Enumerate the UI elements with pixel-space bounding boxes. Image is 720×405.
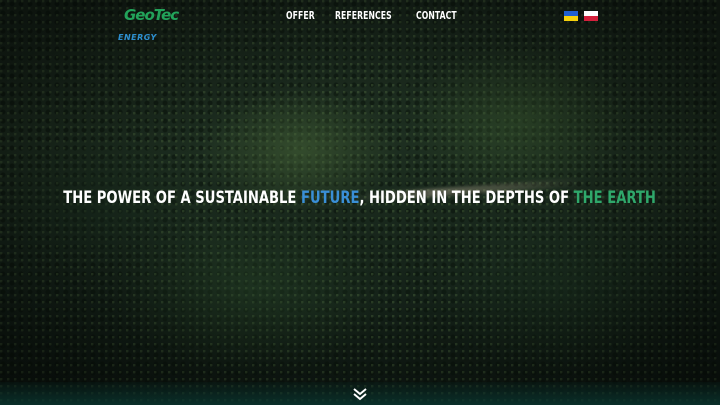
nav-references[interactable]: REFERENCES [335,9,392,22]
headline-part-1: THE POWER OF A SUSTAINABLE [63,188,302,208]
site-logo[interactable]: GeoTec ENERGY [118,6,179,44]
logo-tagline: ENERGY [118,33,157,42]
ukrainian-flag-icon[interactable] [564,11,578,21]
language-switcher [564,11,598,21]
logo-wordmark: GeoTec [124,6,179,24]
double-chevron-down-icon [353,388,367,401]
headline-highlight-future: FUTURE [301,188,360,208]
headline-highlight-earth: THE EARTH [574,188,657,208]
nav-contact[interactable]: CONTACT [416,9,457,22]
scroll-down-button[interactable] [351,386,369,401]
nav-offer[interactable]: OFFER [286,9,315,22]
polish-flag-icon[interactable] [584,11,598,21]
hero-headline: THE POWER OF A SUSTAINABLE FUTURE, HIDDE… [0,188,720,208]
headline-part-2: , HIDDEN IN THE DEPTHS OF [359,188,575,208]
main-nav: OFFER REFERENCES CONTACT [286,9,468,22]
